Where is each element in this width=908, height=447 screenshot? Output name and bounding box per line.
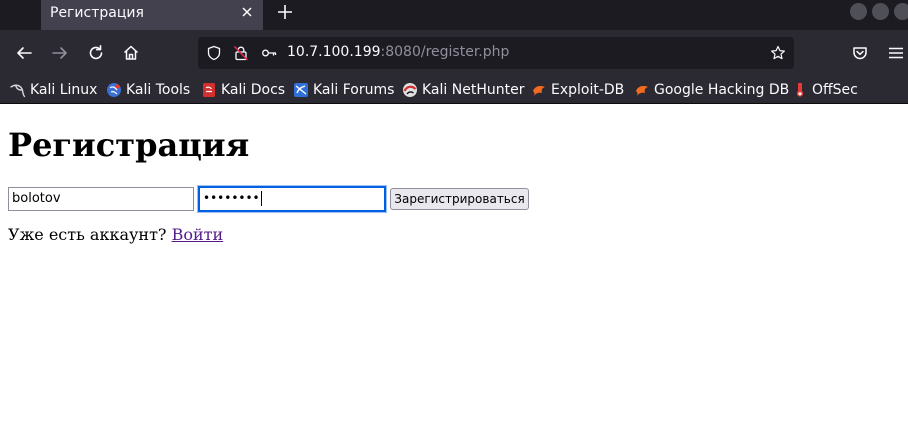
page-title: Регистрация [8, 126, 250, 164]
bookmark-label: Kali Forums [313, 82, 395, 98]
register-button[interactable]: Зарегистрироваться [390, 188, 529, 210]
insecure-lock-icon[interactable] [233, 45, 249, 61]
username-value: bolotov [12, 191, 61, 206]
kali-forums-icon [294, 83, 308, 97]
kali-tools-icon [107, 83, 121, 97]
url-path: :8080/register.php [380, 44, 510, 60]
login-link[interactable]: Войти [172, 225, 224, 244]
key-icon[interactable] [261, 45, 277, 61]
hamburger-menu-icon[interactable] [887, 44, 905, 62]
text-caret [260, 191, 262, 206]
bookmark-label: Google Hacking DB [654, 82, 790, 98]
bookmark-label: Kali Docs [221, 82, 286, 98]
reload-icon[interactable] [87, 44, 105, 62]
close-tab-icon[interactable] [239, 4, 255, 20]
url-text[interactable]: 10.7.100.199:8080/register.php [287, 44, 509, 60]
bookmark-kali-nethunter[interactable]: Kali NetHunter [402, 80, 524, 100]
close-window-button[interactable] [894, 3, 908, 20]
bookmark-label: Kali Tools [126, 82, 191, 98]
tab-title: Регистрация [50, 5, 144, 21]
home-icon[interactable] [122, 44, 140, 62]
login-prompt-line: Уже есть аккаунт? Войти [8, 225, 223, 245]
exploit-db-icon [533, 86, 545, 96]
maximize-window-button[interactable] [872, 3, 889, 20]
navigation-toolbar: 10.7.100.199:8080/register.php [0, 30, 908, 76]
bookmark-kali-forums[interactable]: Kali Forums [293, 80, 394, 100]
bookmark-kali-docs[interactable]: Kali Docs [201, 80, 285, 100]
bookmark-label: OffSec [812, 82, 858, 98]
bookmark-google-hacking-db[interactable]: Google Hacking DB [634, 80, 789, 100]
bookmark-offsec[interactable]: OffSec [792, 80, 858, 100]
tab-register[interactable]: Регистрация [41, 0, 263, 30]
offsec-icon [796, 83, 804, 97]
kali-nethunter-icon [403, 83, 417, 97]
bookmark-label: Kali NetHunter [422, 82, 525, 98]
password-input[interactable]: •••••••• [198, 186, 386, 212]
bookmark-label: Exploit-DB [551, 82, 625, 98]
shield-icon[interactable] [206, 45, 222, 61]
bookmarks-toolbar: Kali Linux Kali Tools Kali Docs Kali For… [0, 76, 908, 104]
url-host: 10.7.100.199 [287, 44, 381, 60]
minimize-window-button[interactable] [850, 3, 867, 20]
login-prompt-text: Уже есть аккаунт? [8, 225, 167, 244]
tab-strip: Регистрация [0, 0, 908, 30]
bookmark-kali-linux[interactable]: Kali Linux [10, 80, 97, 100]
kali-docs-icon [203, 83, 215, 97]
kali-dragon-icon [10, 84, 26, 98]
page-content: Регистрация bolotov •••••••• Зарегистрир… [0, 105, 908, 447]
bookmark-star-icon[interactable] [770, 45, 786, 61]
google-hacking-db-icon [636, 86, 648, 96]
bookmark-label: Kali Linux [30, 82, 98, 98]
new-tab-icon[interactable] [276, 3, 294, 21]
address-bar[interactable]: 10.7.100.199:8080/register.php [198, 37, 794, 69]
back-arrow-icon[interactable] [15, 44, 33, 62]
pocket-icon[interactable] [851, 44, 869, 62]
username-input[interactable]: bolotov [8, 187, 194, 211]
password-mask: •••••••• [203, 191, 260, 205]
forward-arrow-icon[interactable] [51, 44, 69, 62]
bookmark-kali-tools[interactable]: Kali Tools [106, 80, 190, 100]
bookmark-exploit-db[interactable]: Exploit-DB [531, 80, 624, 100]
